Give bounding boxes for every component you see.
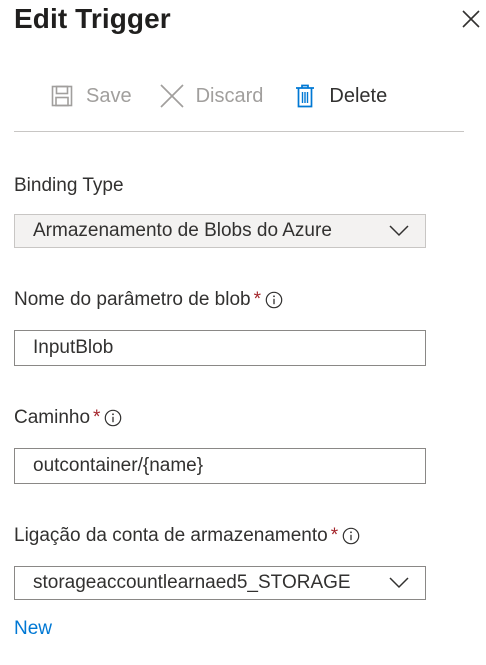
binding-type-label: Binding Type <box>14 175 124 197</box>
blob-param-label-text: Nome do parâmetro de blob <box>14 289 251 310</box>
required-mark: * <box>93 407 101 428</box>
save-button[interactable]: Save <box>48 80 132 112</box>
binding-type-dropdown[interactable]: Armazenamento de Blobs do Azure <box>14 214 426 248</box>
storage-connection-label: Ligação da conta de armazenamento * <box>14 525 360 547</box>
delete-label: Delete <box>329 84 388 107</box>
storage-connection-dropdown[interactable]: storageaccountlearnaed5_STORAGE <box>14 566 426 600</box>
binding-type-value: Armazenamento de Blobs do Azure <box>33 220 332 241</box>
toolbar-divider <box>14 131 464 132</box>
storage-connection-label-text: Ligação da conta de armazenamento <box>14 525 328 546</box>
discard-label: Discard <box>195 84 264 107</box>
info-icon[interactable] <box>104 409 122 427</box>
blob-param-input[interactable] <box>14 330 426 366</box>
close-button[interactable] <box>460 8 482 30</box>
close-icon <box>462 10 480 28</box>
chevron-down-icon <box>389 221 409 241</box>
blob-param-label: Nome do parâmetro de blob * <box>14 289 283 311</box>
path-label-text: Caminho <box>14 407 91 428</box>
panel-title: Edit Trigger <box>14 3 171 34</box>
required-mark: * <box>330 525 339 546</box>
delete-button[interactable]: Delete <box>291 80 387 112</box>
new-connection-link[interactable]: New <box>14 618 52 640</box>
discard-icon <box>158 82 186 110</box>
binding-type-label-text: Binding Type <box>14 175 124 196</box>
save-label: Save <box>86 84 132 107</box>
delete-icon <box>291 82 319 110</box>
info-icon[interactable] <box>265 291 283 309</box>
required-mark: * <box>253 289 261 310</box>
command-bar: Save Discard Delete <box>48 80 387 112</box>
save-icon <box>48 82 76 110</box>
info-icon[interactable] <box>342 527 360 545</box>
discard-button[interactable]: Discard <box>158 80 264 112</box>
path-input[interactable] <box>14 448 426 484</box>
edit-trigger-panel: Edit Trigger Save Discard Delete Binding… <box>0 0 486 665</box>
path-label: Caminho * <box>14 407 122 429</box>
chevron-down-icon <box>389 573 409 593</box>
storage-connection-value: storageaccountlearnaed5_STORAGE <box>33 572 351 593</box>
